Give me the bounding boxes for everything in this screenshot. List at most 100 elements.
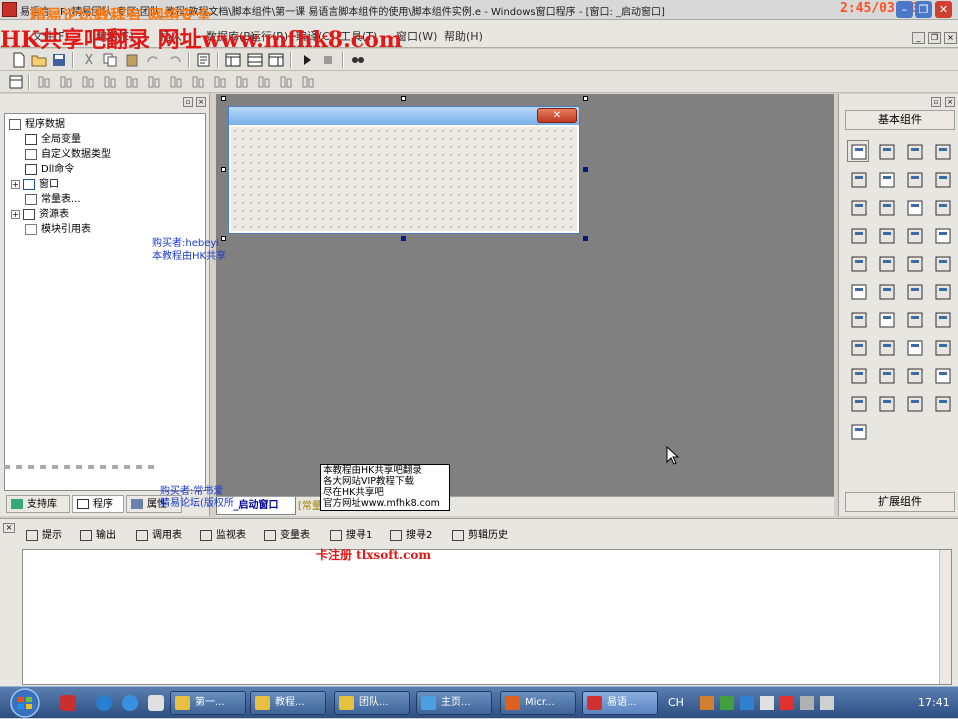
output-text-area[interactable] xyxy=(22,549,952,685)
form-designer[interactable]: ✕ xyxy=(216,94,834,496)
layout1-icon[interactable] xyxy=(225,52,241,68)
tree-item[interactable]: + 窗口 xyxy=(11,177,59,192)
label-icon[interactable] xyxy=(875,140,897,162)
picture-box-icon[interactable] xyxy=(903,140,925,162)
scroll-icon[interactable] xyxy=(903,224,925,246)
calendar-icon[interactable] xyxy=(847,280,869,302)
line-icon[interactable] xyxy=(931,168,953,190)
basic-components-header[interactable]: 基本组件 xyxy=(845,110,955,130)
extended-components-header[interactable]: 扩展组件 xyxy=(845,492,955,512)
expand-icon[interactable]: + xyxy=(11,179,20,189)
output-tab[interactable]: 调用表 xyxy=(136,527,182,545)
resize-handle[interactable] xyxy=(583,236,588,241)
frame-icon[interactable] xyxy=(875,168,897,190)
output-tab[interactable]: 提示 xyxy=(26,527,62,545)
transfer2-icon[interactable] xyxy=(931,336,953,358)
transfer-icon[interactable] xyxy=(903,336,925,358)
resize-handle[interactable] xyxy=(401,236,406,241)
menu-item[interactable]: 帮助(H) xyxy=(444,28,483,44)
mdi-minimize-button[interactable]: _ xyxy=(912,32,925,44)
space-horizontal-icon[interactable] xyxy=(234,74,250,90)
ruler-icon[interactable] xyxy=(847,252,869,274)
align-center-icon[interactable] xyxy=(58,74,74,90)
align-top-icon[interactable] xyxy=(102,74,118,90)
mdi-close-button[interactable]: × xyxy=(944,32,957,44)
slider-icon[interactable] xyxy=(903,252,925,274)
taskbar-button[interactable]: 易语... xyxy=(582,691,658,715)
center-h-icon[interactable] xyxy=(278,74,294,90)
stop-icon[interactable] xyxy=(320,52,336,68)
tab-support-library[interactable]: 支持库 xyxy=(6,495,70,513)
timer-icon[interactable] xyxy=(847,336,869,358)
tab-icon[interactable] xyxy=(875,252,897,274)
text-char-icon[interactable] xyxy=(903,168,925,190)
language-indicator[interactable]: CH xyxy=(668,696,684,709)
center-v-icon[interactable] xyxy=(300,74,316,90)
tree-item[interactable]: 模块引用表 xyxy=(25,222,91,237)
minimize-button[interactable]: – xyxy=(896,1,913,18)
cut-icon[interactable] xyxy=(81,52,97,68)
tray-app-icon[interactable] xyxy=(740,696,754,710)
grid-icon[interactable] xyxy=(847,308,869,330)
hscroll-icon[interactable] xyxy=(931,224,953,246)
camera-icon[interactable] xyxy=(931,252,953,274)
resize-handle[interactable] xyxy=(221,96,226,101)
listbox-icon[interactable] xyxy=(903,196,925,218)
form-canvas[interactable] xyxy=(231,127,577,231)
chart-icon[interactable] xyxy=(903,392,925,414)
tab-order-icon[interactable] xyxy=(8,74,24,90)
pointer-icon[interactable] xyxy=(847,140,869,162)
tree-icon[interactable] xyxy=(875,364,897,386)
tree-item[interactable]: Dll命令 xyxy=(25,162,74,177)
form-close-icon[interactable]: ✕ xyxy=(537,108,577,123)
output-tab[interactable]: 剪辑历史 xyxy=(452,527,508,545)
net2-icon[interactable] xyxy=(931,308,953,330)
drawing-icon[interactable] xyxy=(847,168,869,190)
data-icon[interactable] xyxy=(931,364,953,386)
run-icon[interactable] xyxy=(299,52,315,68)
output-tab[interactable]: 变量表 xyxy=(264,527,310,545)
maximize-button[interactable]: ❐ xyxy=(915,1,932,18)
network-icon[interactable] xyxy=(903,308,925,330)
resize-handle[interactable] xyxy=(583,96,588,101)
start-orb-icon[interactable] xyxy=(6,687,44,719)
volume-icon[interactable] xyxy=(820,696,834,710)
paste-icon[interactable] xyxy=(124,52,140,68)
layout2-icon[interactable] xyxy=(247,52,263,68)
image-list-icon[interactable] xyxy=(903,364,925,386)
preview-icon[interactable] xyxy=(196,52,212,68)
align-right-icon[interactable] xyxy=(80,74,96,90)
taskbar-button[interactable]: 第一... xyxy=(170,691,246,715)
quicklaunch-desktop-icon[interactable] xyxy=(148,695,164,711)
align-bottom-icon[interactable] xyxy=(146,74,162,90)
system-clock[interactable]: 17:41 xyxy=(918,696,950,709)
same-size-icon[interactable] xyxy=(212,74,228,90)
taskbar-button[interactable]: 团队... xyxy=(334,691,410,715)
tab-program[interactable]: 程序 xyxy=(72,495,124,513)
output-tab[interactable]: 输出 xyxy=(80,527,116,545)
link-icon[interactable] xyxy=(847,364,869,386)
same-height-icon[interactable] xyxy=(190,74,206,90)
edit-icon[interactable] xyxy=(875,280,897,302)
resize-handle[interactable] xyxy=(583,167,588,172)
expand-icon[interactable]: + xyxy=(11,209,20,219)
taskbar-button[interactable]: 主页... xyxy=(416,691,492,715)
same-width-icon[interactable] xyxy=(168,74,184,90)
find-icon[interactable] xyxy=(350,52,366,68)
taskbar-button[interactable]: 教程... xyxy=(250,691,326,715)
panel-close-button[interactable]: × xyxy=(196,97,206,107)
layout3-icon[interactable] xyxy=(268,52,284,68)
tree-item[interactable]: 自定义数据类型 xyxy=(25,147,111,162)
resize-handle[interactable] xyxy=(401,96,406,101)
quicklaunch-app-icon[interactable] xyxy=(60,695,76,711)
tree-item[interactable]: + 资源表 xyxy=(11,207,69,222)
align-middle-icon[interactable] xyxy=(124,74,140,90)
odbc-icon[interactable] xyxy=(931,392,953,414)
form-title-bar[interactable]: ✕ xyxy=(229,107,579,125)
quicklaunch-ie-icon[interactable] xyxy=(96,695,112,711)
copy-icon[interactable] xyxy=(102,52,118,68)
mdi-restore-button[interactable]: ❐ xyxy=(928,32,941,44)
undo-icon[interactable] xyxy=(167,52,183,68)
redo-icon[interactable] xyxy=(145,52,161,68)
menu-item[interactable]: 窗口(W) xyxy=(396,28,437,44)
